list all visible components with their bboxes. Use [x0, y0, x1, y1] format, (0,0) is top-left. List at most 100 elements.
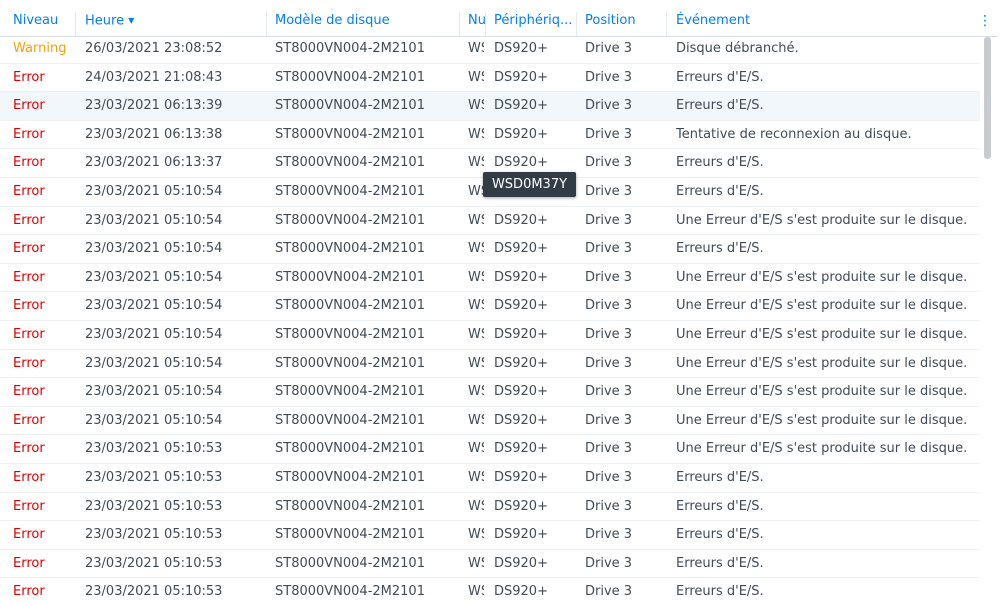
table-row[interactable]: Error 23/03/2021 05:10:53 ST8000VN004-2M21… [0, 493, 980, 522]
device-cell: DS920+ [494, 498, 548, 514]
position-cell: Drive 3 [585, 298, 633, 314]
level-cell: Error [13, 298, 45, 314]
position-cell: Drive 3 [585, 555, 633, 571]
time-cell: 23/03/2021 05:10:54 [85, 355, 223, 371]
level-cell: Error [13, 584, 45, 600]
disk-model-cell: ST8000VN004-2M2101 [275, 355, 425, 371]
event-cell: Disque débranché. [676, 41, 799, 56]
level-cell: Error [13, 126, 45, 142]
column-header-device[interactable]: Périphériq... [486, 6, 577, 36]
column-header-label: Position [585, 13, 636, 28]
time-cell: 23/03/2021 05:10:54 [85, 412, 223, 428]
table-row[interactable]: Error 23/03/2021 05:10:54 ST8000VN004-2M21… [0, 350, 980, 379]
event-cell: Erreurs d'E/S. [676, 155, 764, 171]
vertical-ellipsis-icon[interactable]: ⋮ [978, 6, 992, 36]
disk-model-cell: ST8000VN004-2M2101 [275, 441, 425, 457]
table-row[interactable]: Error 23/03/2021 05:10:53 ST8000VN004-2M21… [0, 550, 980, 579]
position-cell: Drive 3 [585, 98, 633, 114]
table-row[interactable]: Error 23/03/2021 05:10:53 ST8000VN004-2M21… [0, 435, 980, 464]
table-row[interactable]: Error 23/03/2021 06:13:38 ST8000VN004-2M21… [0, 121, 980, 150]
disk-model-cell: ST8000VN004-2M2101 [275, 212, 425, 228]
position-cell: Drive 3 [585, 241, 633, 257]
scrollbar-thumb[interactable] [984, 37, 991, 159]
serial-cell: WSD0M37Y [468, 184, 484, 199]
time-cell: 23/03/2021 05:10:53 [85, 470, 223, 485]
event-cell: Une Erreur d'E/S s'est produite sur le d… [676, 355, 968, 371]
position-cell: Drive 3 [585, 584, 633, 600]
event-cell: Erreurs d'E/S. [676, 555, 764, 571]
disk-model-cell: ST8000VN004-2M2101 [275, 327, 425, 342]
column-header-level[interactable]: Niveau [5, 6, 75, 36]
level-cell: Error [13, 441, 45, 457]
level-cell: Error [13, 241, 45, 257]
column-header-event[interactable]: Événement [668, 6, 968, 36]
serial-cell: WSD0M37Y [468, 527, 484, 543]
table-row[interactable]: Error 23/03/2021 05:10:54 ST8000VN004-2M21… [0, 378, 980, 407]
level-cell: Error [13, 269, 45, 285]
level-cell: Error [13, 470, 45, 485]
time-cell: 23/03/2021 06:13:38 [85, 126, 223, 142]
device-cell: DS920+ [494, 384, 548, 400]
column-header-serial[interactable]: Nu [460, 6, 486, 36]
column-header-time[interactable]: Heure ▼ [77, 6, 267, 36]
time-cell: 24/03/2021 21:08:43 [85, 69, 223, 85]
time-cell: 23/03/2021 06:13:37 [85, 155, 223, 171]
device-cell: DS920+ [494, 527, 548, 543]
caret-down-icon: ▼ [128, 16, 135, 25]
position-cell: Drive 3 [585, 69, 633, 85]
table-row[interactable]: Error 23/03/2021 05:10:54 ST8000VN004-2M21… [0, 321, 980, 350]
position-cell: Drive 3 [585, 470, 633, 485]
position-cell: Drive 3 [585, 498, 633, 514]
event-cell: Une Erreur d'E/S s'est produite sur le d… [676, 441, 968, 457]
time-cell: 23/03/2021 05:10:54 [85, 384, 223, 400]
table-row[interactable]: Error 23/03/2021 05:10:54 ST8000VN004-2M21… [0, 264, 980, 293]
disk-model-cell: ST8000VN004-2M2101 [275, 555, 425, 571]
table-row[interactable]: Error 23/03/2021 05:10:54 ST8000VN004-2M21… [0, 407, 980, 436]
table-row[interactable]: Error 23/03/2021 05:10:54 ST8000VN004-2M21… [0, 235, 980, 264]
disk-model-cell: ST8000VN004-2M2101 [275, 241, 425, 257]
time-cell: 23/03/2021 05:10:54 [85, 298, 223, 314]
table-row[interactable]: Error 23/03/2021 06:13:39 ST8000VN004-2M21… [0, 92, 980, 121]
event-cell: Une Erreur d'E/S s'est produite sur le d… [676, 269, 968, 285]
serial-cell: WSD0M37Y [468, 241, 484, 257]
serial-cell: WSD0M37Y [468, 441, 484, 457]
column-divider[interactable] [75, 12, 76, 36]
time-cell: 23/03/2021 05:10:54 [85, 184, 223, 199]
table-row[interactable]: Warning 26/03/2021 23:08:52 ST8000VN004-2M… [0, 35, 980, 64]
time-cell: 26/03/2021 23:08:52 [85, 41, 223, 56]
table-row[interactable]: Error 23/03/2021 05:10:54 ST8000VN004-2M21… [0, 207, 980, 236]
table-row[interactable]: Error 23/03/2021 05:10:53 ST8000VN004-2M21… [0, 521, 980, 550]
column-header-disk-model[interactable]: Modèle de disque [267, 6, 460, 36]
device-cell: DS920+ [494, 470, 548, 485]
table-row[interactable]: Error 23/03/2021 05:10:53 ST8000VN004-2M21… [0, 578, 980, 605]
disk-model-cell: ST8000VN004-2M2101 [275, 498, 425, 514]
position-cell: Drive 3 [585, 41, 633, 56]
level-cell: Error [13, 498, 45, 514]
serial-cell: WSD0M37Y [468, 412, 484, 428]
disk-model-cell: ST8000VN004-2M2101 [275, 527, 425, 543]
disk-model-cell: ST8000VN004-2M2101 [275, 41, 425, 56]
column-header-label: Modèle de disque [275, 13, 390, 28]
column-header-position[interactable]: Position [577, 6, 667, 36]
position-cell: Drive 3 [585, 327, 633, 342]
grid-header: Niveau Heure ▼ Modèle de disque Nu Périph… [0, 6, 998, 37]
serial-cell: WSD0M37Y [468, 355, 484, 371]
column-divider[interactable] [666, 12, 667, 36]
time-cell: 23/03/2021 06:13:39 [85, 98, 223, 114]
table-row[interactable]: Error 23/03/2021 05:10:54 ST8000VN004-2M21… [0, 292, 980, 321]
table-row[interactable]: Error 24/03/2021 21:08:43 ST8000VN004-2M21… [0, 64, 980, 93]
event-cell: Tentative de reconnexion au disque. [676, 126, 912, 142]
position-cell: Drive 3 [585, 184, 633, 199]
event-cell: Erreurs d'E/S. [676, 184, 764, 199]
level-cell: Warning [13, 41, 67, 56]
event-cell: Erreurs d'E/S. [676, 470, 764, 485]
event-cell: Erreurs d'E/S. [676, 241, 764, 257]
column-header-label: Heure [85, 13, 125, 29]
device-cell: DS920+ [494, 41, 548, 56]
time-cell: 23/03/2021 05:10:54 [85, 241, 223, 257]
serial-cell: WSD0M37Y [468, 384, 484, 400]
event-cell: Erreurs d'E/S. [676, 98, 764, 114]
time-cell: 23/03/2021 05:10:53 [85, 584, 223, 600]
position-cell: Drive 3 [585, 441, 633, 457]
table-row[interactable]: Error 23/03/2021 05:10:53 ST8000VN004-2M21… [0, 464, 980, 493]
